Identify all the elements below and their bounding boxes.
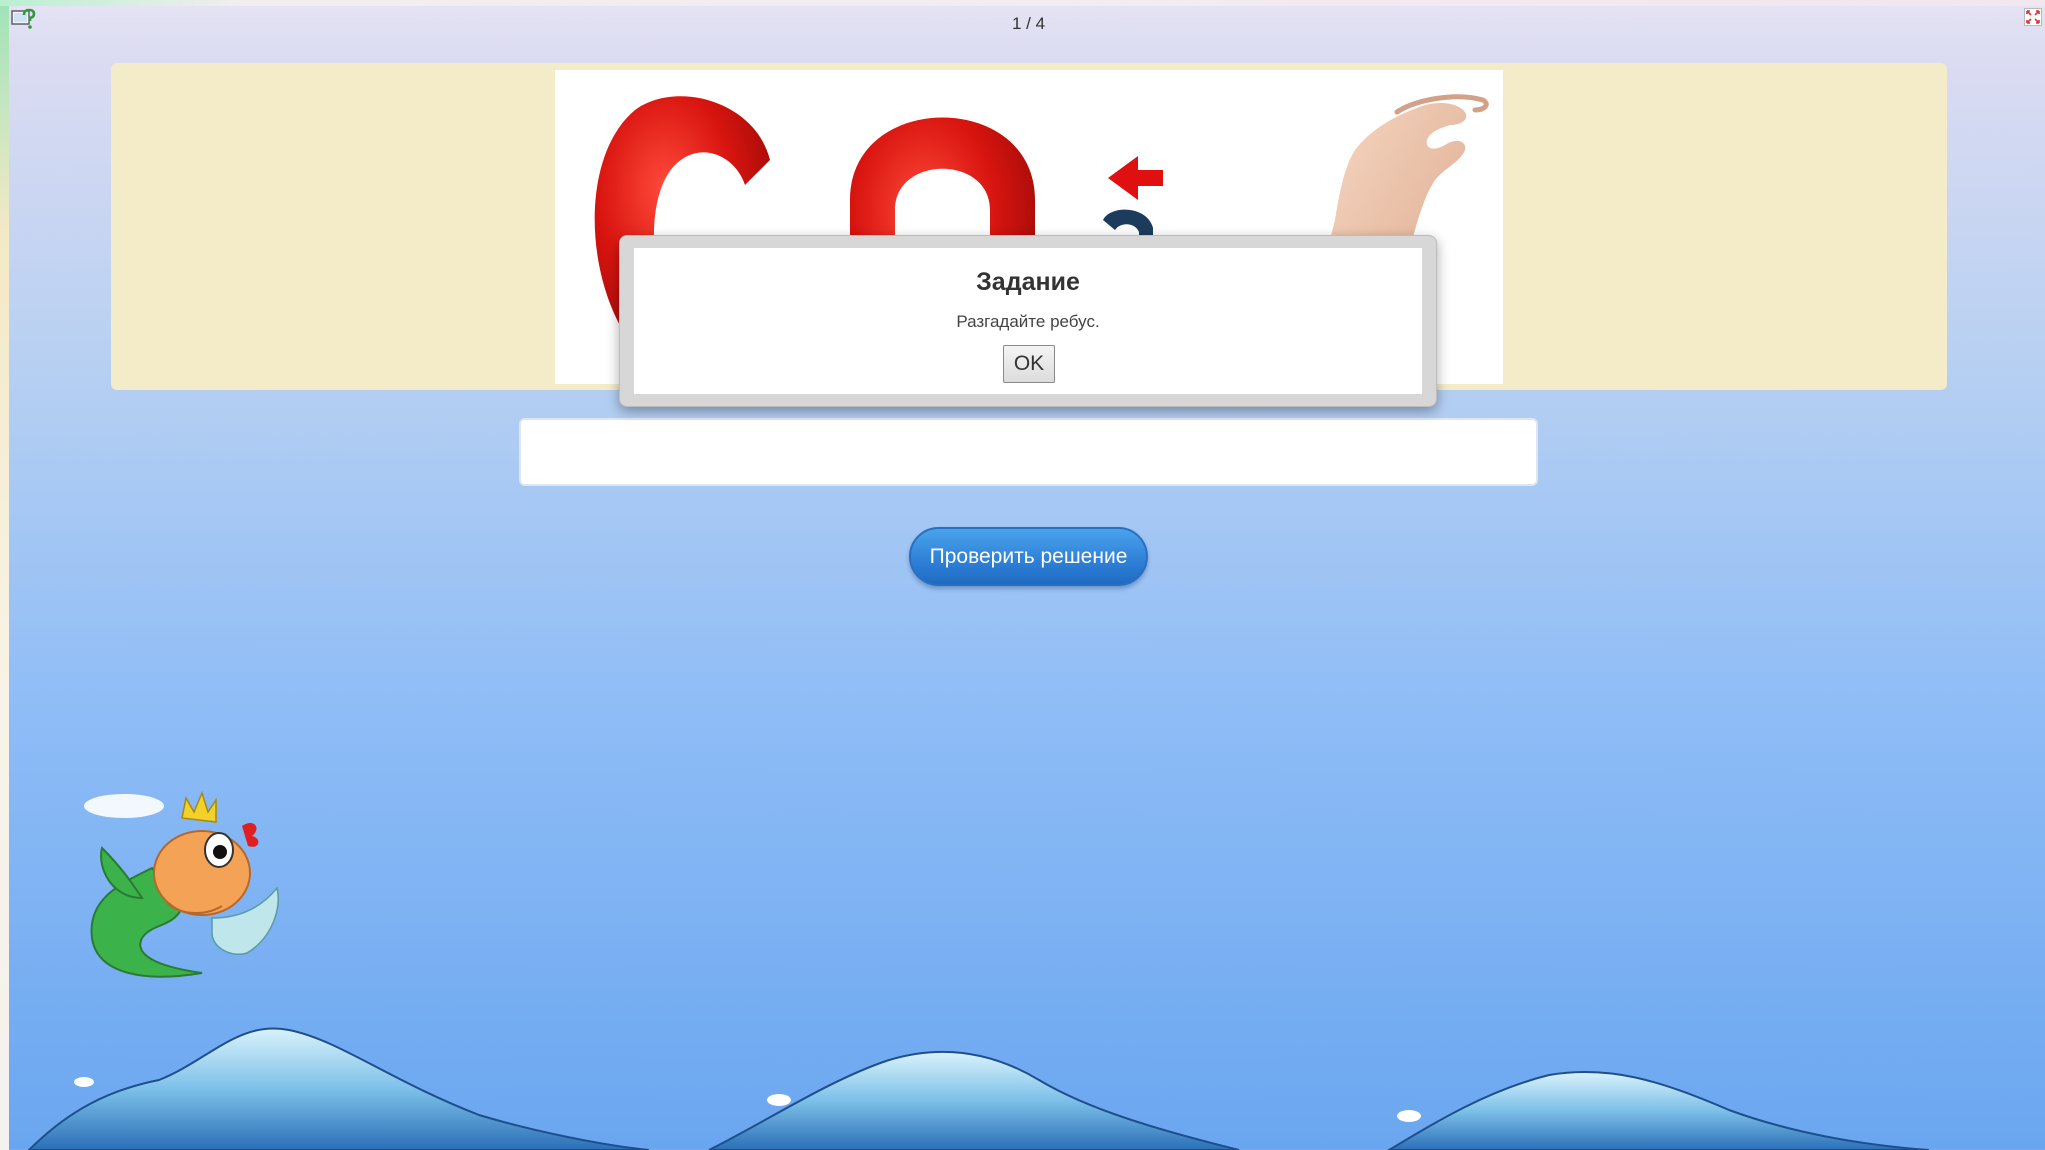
dialog-title: Задание [976, 268, 1080, 296]
dialog-message: Разгадайте ребус. [956, 312, 1100, 331]
help-icon[interactable] [11, 8, 37, 32]
dialog-ok-button[interactable]: OK [1003, 345, 1055, 383]
answer-input[interactable] [519, 418, 1538, 486]
arrow-left-icon [1108, 156, 1163, 200]
sea-waves-illustration [9, 1020, 2045, 1150]
task-dialog-body: Задание Разгадайте ребус. OK [634, 248, 1422, 394]
fullscreen-icon[interactable] [2024, 8, 2042, 26]
goldfish-illustration [82, 788, 287, 993]
check-solution-button[interactable]: Проверить решение [909, 527, 1148, 586]
slide-counter: 1 / 4 [1011, 14, 1046, 33]
task-dialog: Задание Разгадайте ребус. OK [619, 235, 1437, 407]
top-decorative-strip [0, 0, 2045, 6]
left-decorative-strip [0, 0, 9, 1150]
